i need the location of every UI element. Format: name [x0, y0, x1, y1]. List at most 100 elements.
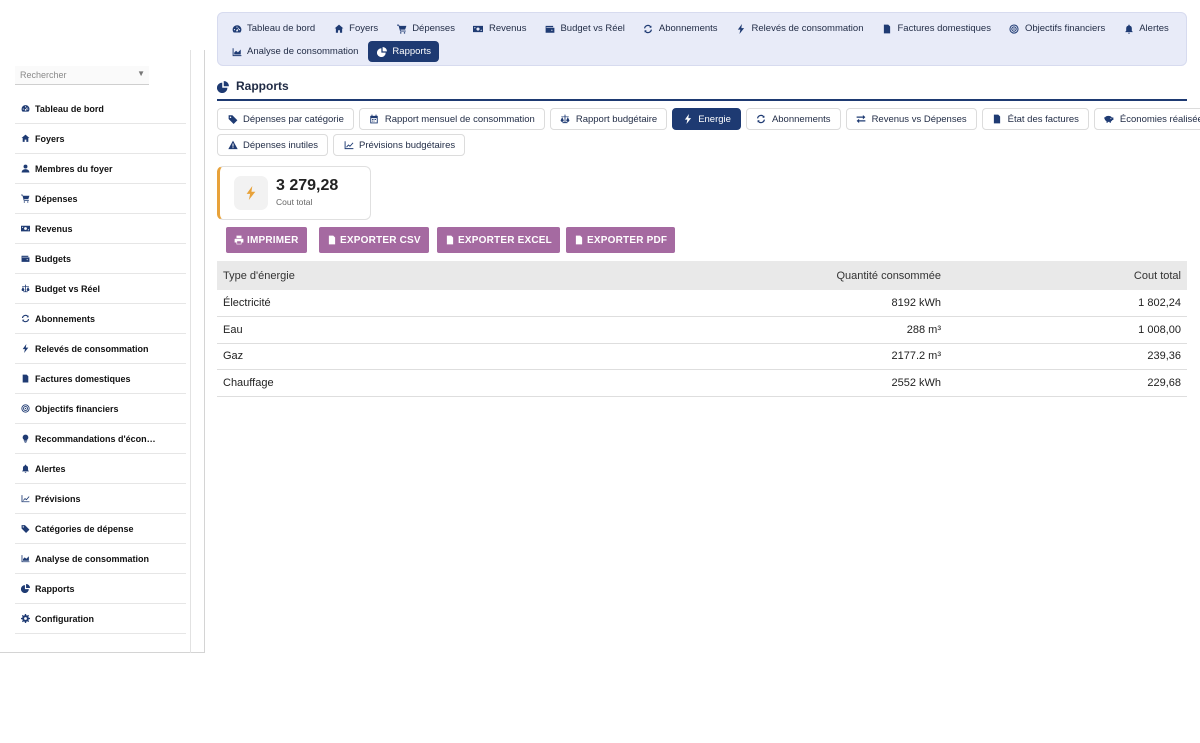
lightbulb-icon	[20, 434, 30, 444]
file-icon	[20, 374, 30, 384]
sidebar-item-foyers[interactable]: Foyers	[15, 124, 186, 154]
sidebar-item-rapports[interactable]: Rapports	[15, 574, 186, 604]
export-pdf-button[interactable]: EXPORTER PDF	[566, 227, 676, 253]
export-csv-button[interactable]: EXPORTER CSV	[319, 227, 429, 253]
sidebar-item-depenses[interactable]: Dépenses	[15, 184, 186, 214]
top-nav-item-label: Alertes	[1139, 23, 1169, 34]
chart-area-icon	[20, 554, 30, 564]
sidebar-item-revenus[interactable]: Revenus	[15, 214, 186, 244]
sidebar-panel: Rechercher ▼ Tableau de bord Foyers Membre…	[0, 50, 191, 653]
top-nav-item-label: Revenus	[488, 23, 527, 34]
sidebar-item-label: Dépenses	[35, 193, 78, 204]
top-nav-item-rapports[interactable]: Rapports	[368, 41, 439, 62]
sync-icon	[756, 114, 767, 125]
energy-type-cell: Électricité	[217, 290, 717, 317]
top-nav-item-label: Analyse de consommation	[247, 46, 359, 57]
table-row: Électricité 8192 kWh 1 802,24	[217, 290, 1187, 317]
user-icon	[20, 164, 30, 174]
bolt-icon	[20, 344, 30, 354]
column-header-energy-type[interactable]: Type d'énergie	[217, 261, 717, 290]
sidebar-item-budgets[interactable]: Budgets	[15, 244, 186, 274]
sidebar-item-recommandations-d-econ[interactable]: Recommandations d'écon…	[15, 424, 186, 454]
top-nav-item-abonnements[interactable]: Abonnements	[635, 18, 726, 39]
sidebar-item-categories-de-depense[interactable]: Catégories de dépense	[15, 514, 186, 544]
report-tab-economies-realisees[interactable]: Économies réalisées	[1093, 108, 1200, 130]
sidebar-item-previsions[interactable]: Prévisions	[15, 484, 186, 514]
top-nav-item-tableau-de-bord[interactable]: Tableau de bord	[223, 18, 323, 39]
top-nav-item-releves-de-consommation[interactable]: Relevés de consommation	[728, 18, 872, 39]
sidebar-item-releves-de-consommation[interactable]: Relevés de consommation	[15, 334, 186, 364]
exchange-icon	[856, 114, 867, 125]
sidebar-item-factures-domestiques[interactable]: Factures domestiques	[15, 364, 186, 394]
top-nav-item-analyse-de-consommation[interactable]: Analyse de consommation	[223, 41, 366, 62]
top-nav-item-foyers[interactable]: Foyers	[325, 18, 386, 39]
sidebar-item-label: Factures domestiques	[35, 373, 131, 384]
sidebar-search-select[interactable]: Rechercher ▼	[15, 66, 149, 85]
top-nav-item-factures-domestiques[interactable]: Factures domestiques	[873, 18, 998, 39]
sidebar-item-alertes[interactable]: Alertes	[15, 454, 186, 484]
table-row: Chauffage 2552 kWh 229,68	[217, 369, 1187, 397]
report-tabs-row-1: Dépenses par catégorie Rapport mensuel de…	[217, 108, 1200, 130]
dashboard-icon	[20, 104, 30, 114]
sidebar-item-objectifs-financiers[interactable]: Objectifs financiers	[15, 394, 186, 424]
top-nav-item-revenus[interactable]: Revenus	[465, 18, 535, 39]
gear-icon	[20, 614, 30, 624]
report-tab-label: Rapport budgétaire	[575, 113, 658, 125]
printer-icon	[234, 235, 244, 245]
report-tab-depenses-par-categorie[interactable]: Dépenses par catégorie	[217, 108, 354, 130]
print-button[interactable]: IMPRIMER	[226, 227, 307, 253]
chart-area-icon	[231, 46, 242, 57]
energy-table-body: Électricité 8192 kWh 1 802,24 Eau 288 m³ 1 00…	[217, 290, 1187, 397]
pie-chart-icon	[376, 46, 387, 57]
report-tab-previsions-budgetaires[interactable]: Prévisions budgétaires	[333, 134, 466, 156]
sidebar-item-label: Membres du foyer	[35, 163, 113, 174]
sidebar-item-label: Budgets	[35, 253, 71, 264]
bolt-icon	[682, 114, 693, 125]
total-cost-cell: 1 008,00	[967, 316, 1187, 344]
sidebar-item-analyse-de-consommation[interactable]: Analyse de consommation	[15, 544, 186, 574]
file-icon	[992, 114, 1003, 125]
table-header-row: Type d'énergie Quantité consommée Cout t…	[217, 261, 1187, 290]
sidebar-item-configuration[interactable]: Configuration	[15, 604, 186, 634]
sidebar-item-abonnements[interactable]: Abonnements	[15, 304, 186, 334]
chevron-down-icon: ▼	[137, 69, 145, 78]
quantity-cell: 8192 kWh	[717, 290, 967, 317]
top-navigation: Tableau de bord Foyers Dépenses Revenus Budg…	[217, 12, 1187, 66]
export-excel-button[interactable]: EXPORTER EXCEL	[437, 227, 560, 253]
sidebar-item-label: Objectifs financiers	[35, 403, 119, 414]
sidebar-item-label: Recommandations d'écon…	[35, 433, 156, 444]
page-title-text: Rapports	[236, 79, 289, 93]
sidebar-item-budget-vs-reel[interactable]: Budget vs Réel	[15, 274, 186, 304]
report-tab-label: Dépenses inutiles	[243, 139, 318, 151]
report-tab-label: Abonnements	[771, 113, 831, 125]
report-tab-rapport-mensuel-de-consommation[interactable]: Rapport mensuel de consommation	[358, 108, 545, 130]
sidebar-item-tableau-de-bord[interactable]: Tableau de bord	[15, 94, 186, 124]
report-tab-depenses-inutiles[interactable]: Dépenses inutiles	[217, 134, 328, 156]
file-icon	[574, 235, 584, 245]
report-tab-label: Dépenses par catégorie	[243, 113, 344, 125]
energy-type-cell: Eau	[217, 316, 717, 344]
report-tab-rapport-budgetaire[interactable]: Rapport budgétaire	[549, 108, 668, 130]
line-chart-icon	[343, 140, 354, 151]
sync-icon	[643, 23, 654, 34]
report-tab-label: État des factures	[1007, 113, 1079, 125]
wallet-icon	[20, 254, 30, 264]
quantity-cell: 2177.2 m³	[717, 343, 967, 370]
home-icon	[20, 134, 30, 144]
file-icon	[445, 235, 455, 245]
report-tab-abonnements[interactable]: Abonnements	[745, 108, 841, 130]
column-header-total-cost[interactable]: Cout total	[967, 261, 1187, 290]
energy-report-table: Type d'énergie Quantité consommée Cout t…	[217, 261, 1187, 397]
report-tab-etat-des-factures[interactable]: État des factures	[981, 108, 1089, 130]
column-header-quantity[interactable]: Quantité consommée	[717, 261, 967, 290]
sidebar-item-label: Revenus	[35, 223, 73, 234]
top-nav-item-budget-vs-reel[interactable]: Budget vs Réel	[536, 18, 632, 39]
top-nav-item-objectifs-financiers[interactable]: Objectifs financiers	[1001, 18, 1113, 39]
report-tab-energie[interactable]: Energie	[672, 108, 741, 130]
cart-icon	[396, 23, 407, 34]
report-tab-revenus-vs-depenses[interactable]: Revenus vs Dépenses	[845, 108, 977, 130]
top-nav-item-alertes[interactable]: Alertes	[1115, 18, 1177, 39]
top-nav-item-depenses[interactable]: Dépenses	[388, 18, 463, 39]
sidebar-item-membres-du-foyer[interactable]: Membres du foyer	[15, 154, 186, 184]
sidebar-item-label: Catégories de dépense	[35, 523, 134, 534]
